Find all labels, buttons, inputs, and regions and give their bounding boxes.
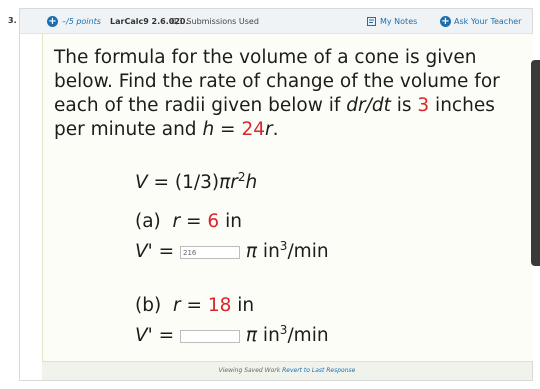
notes-icon[interactable] [367, 17, 376, 28]
part-b-unit-tail: /min [287, 325, 329, 346]
part-b-answer-row: V' = π in3/min [135, 324, 329, 348]
expand-plus-icon[interactable]: + [47, 16, 58, 27]
part-b-label: (b) [135, 295, 162, 316]
question-frame: 3. + –/5 points LarCalc9 2.6.020. 0/1 Su… [8, 8, 533, 381]
part-b-r-value: 18 [207, 295, 232, 316]
problem-statement: The formula for the volume of a cone is … [54, 46, 528, 142]
part-b-pi: π [245, 325, 258, 346]
scrollbar[interactable] [531, 60, 540, 266]
part-a-given: (a) r = 6 in [135, 210, 242, 234]
part-b-eq: = [180, 295, 208, 316]
formula-r: r [230, 172, 238, 193]
part-b-r-label: r [172, 295, 181, 316]
part-b-unit: in [257, 325, 280, 346]
h-symbol: h [202, 119, 215, 140]
part-a-label: (a) [135, 211, 161, 232]
rate-value: 3 [417, 95, 430, 116]
formula-pi: π [219, 172, 231, 193]
part-a-vprime: V' = [135, 241, 181, 262]
saved-work-label: Viewing Saved Work [218, 367, 283, 374]
r-symbol: r [264, 119, 273, 140]
part-a-pi: π [245, 241, 258, 262]
part-a-unit-tail: /min [287, 241, 329, 262]
my-notes-link[interactable]: My Notes [380, 17, 417, 26]
part-b-answer-input[interactable] [180, 329, 241, 343]
part-a-r-value: 6 [207, 211, 220, 232]
volume-formula: V = (1/3)πr2h [135, 171, 257, 195]
part-a-r-unit: in [219, 211, 242, 232]
points-label: –/5 points [62, 17, 101, 26]
prompt-text-5: . [272, 119, 279, 140]
formula-h: h [245, 172, 258, 193]
prompt-text-4: = [214, 119, 242, 140]
h-multiplier: 24 [241, 119, 265, 140]
prompt-text-2: is [390, 95, 418, 116]
question-header: + –/5 points LarCalc9 2.6.020. 0/1 Submi… [20, 9, 532, 34]
formula-prefix-rest: = (1/3) [147, 172, 220, 193]
part-b-vprime: V' = [135, 325, 181, 346]
formula-v: V [135, 172, 148, 193]
part-a-r-label: r [172, 211, 181, 232]
footer-bar: Viewing Saved Work Revert to Last Respon… [42, 361, 532, 380]
part-a-unit: in [257, 241, 280, 262]
part-a-answer-row: V' = 216 π in3/min [135, 240, 329, 264]
part-a-answer-input[interactable]: 216 [180, 245, 241, 259]
ask-teacher-link[interactable]: Ask Your Teacher [454, 17, 521, 26]
question-body: The formula for the volume of a cone is … [42, 34, 533, 361]
question-number: 3. [8, 16, 17, 25]
formula-exponent: 2 [237, 169, 246, 184]
ask-teacher-plus-icon[interactable]: + [440, 16, 451, 27]
drdt-symbol: dr/dt [346, 95, 391, 116]
part-a-eq: = [180, 211, 208, 232]
part-b-given: (b) r = 18 in [135, 294, 254, 318]
revert-link[interactable]: Revert to Last Response [282, 367, 355, 374]
submissions-status: 0/1 Submissions Used [171, 17, 259, 26]
part-b-r-unit: in [231, 295, 255, 316]
